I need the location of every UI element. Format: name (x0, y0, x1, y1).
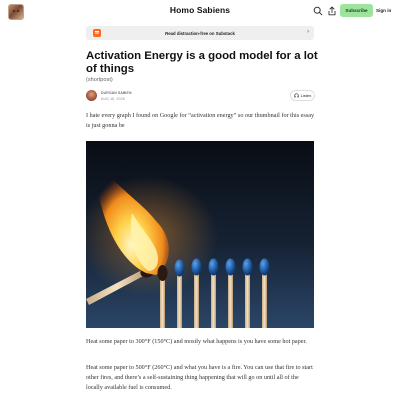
listen-label: Listen (300, 93, 312, 98)
author-name[interactable]: DURGAN SABIEN (101, 91, 132, 95)
subscribe-button[interactable]: Subscribe (340, 4, 373, 17)
headphones-icon (294, 93, 299, 98)
post-date: AUG 16, 2025 (101, 97, 125, 101)
substack-icon (93, 29, 101, 37)
paragraph-hot-paper: Heat some paper to 300°F (150°C) and mos… (86, 338, 307, 345)
post-subtitle: (shortpost) (86, 77, 113, 83)
post-title: Activation Energy is a good model for a … (86, 50, 318, 75)
banner-text: Read distraction-free on Substack (165, 30, 235, 36)
paragraph-fire: Heat some paper to 500°F (260°C) and wha… (86, 364, 313, 391)
chevron-right-icon: › (307, 29, 309, 35)
share-icon[interactable] (327, 6, 337, 16)
distraction-free-banner[interactable]: Read distraction-free on Substack › (86, 26, 314, 40)
top-navigation-bar: Homo Sabiens Subscribe Sign in (0, 0, 400, 22)
sign-in-link[interactable]: Sign in (376, 8, 391, 13)
author-avatar[interactable] (86, 90, 97, 101)
hero-image-matches (86, 141, 314, 328)
paragraph-intro: I hate every graph I found on Google for… (86, 112, 315, 129)
listen-button[interactable]: Listen (290, 90, 315, 101)
match-igniting-image (86, 141, 314, 328)
search-icon[interactable] (313, 6, 323, 16)
